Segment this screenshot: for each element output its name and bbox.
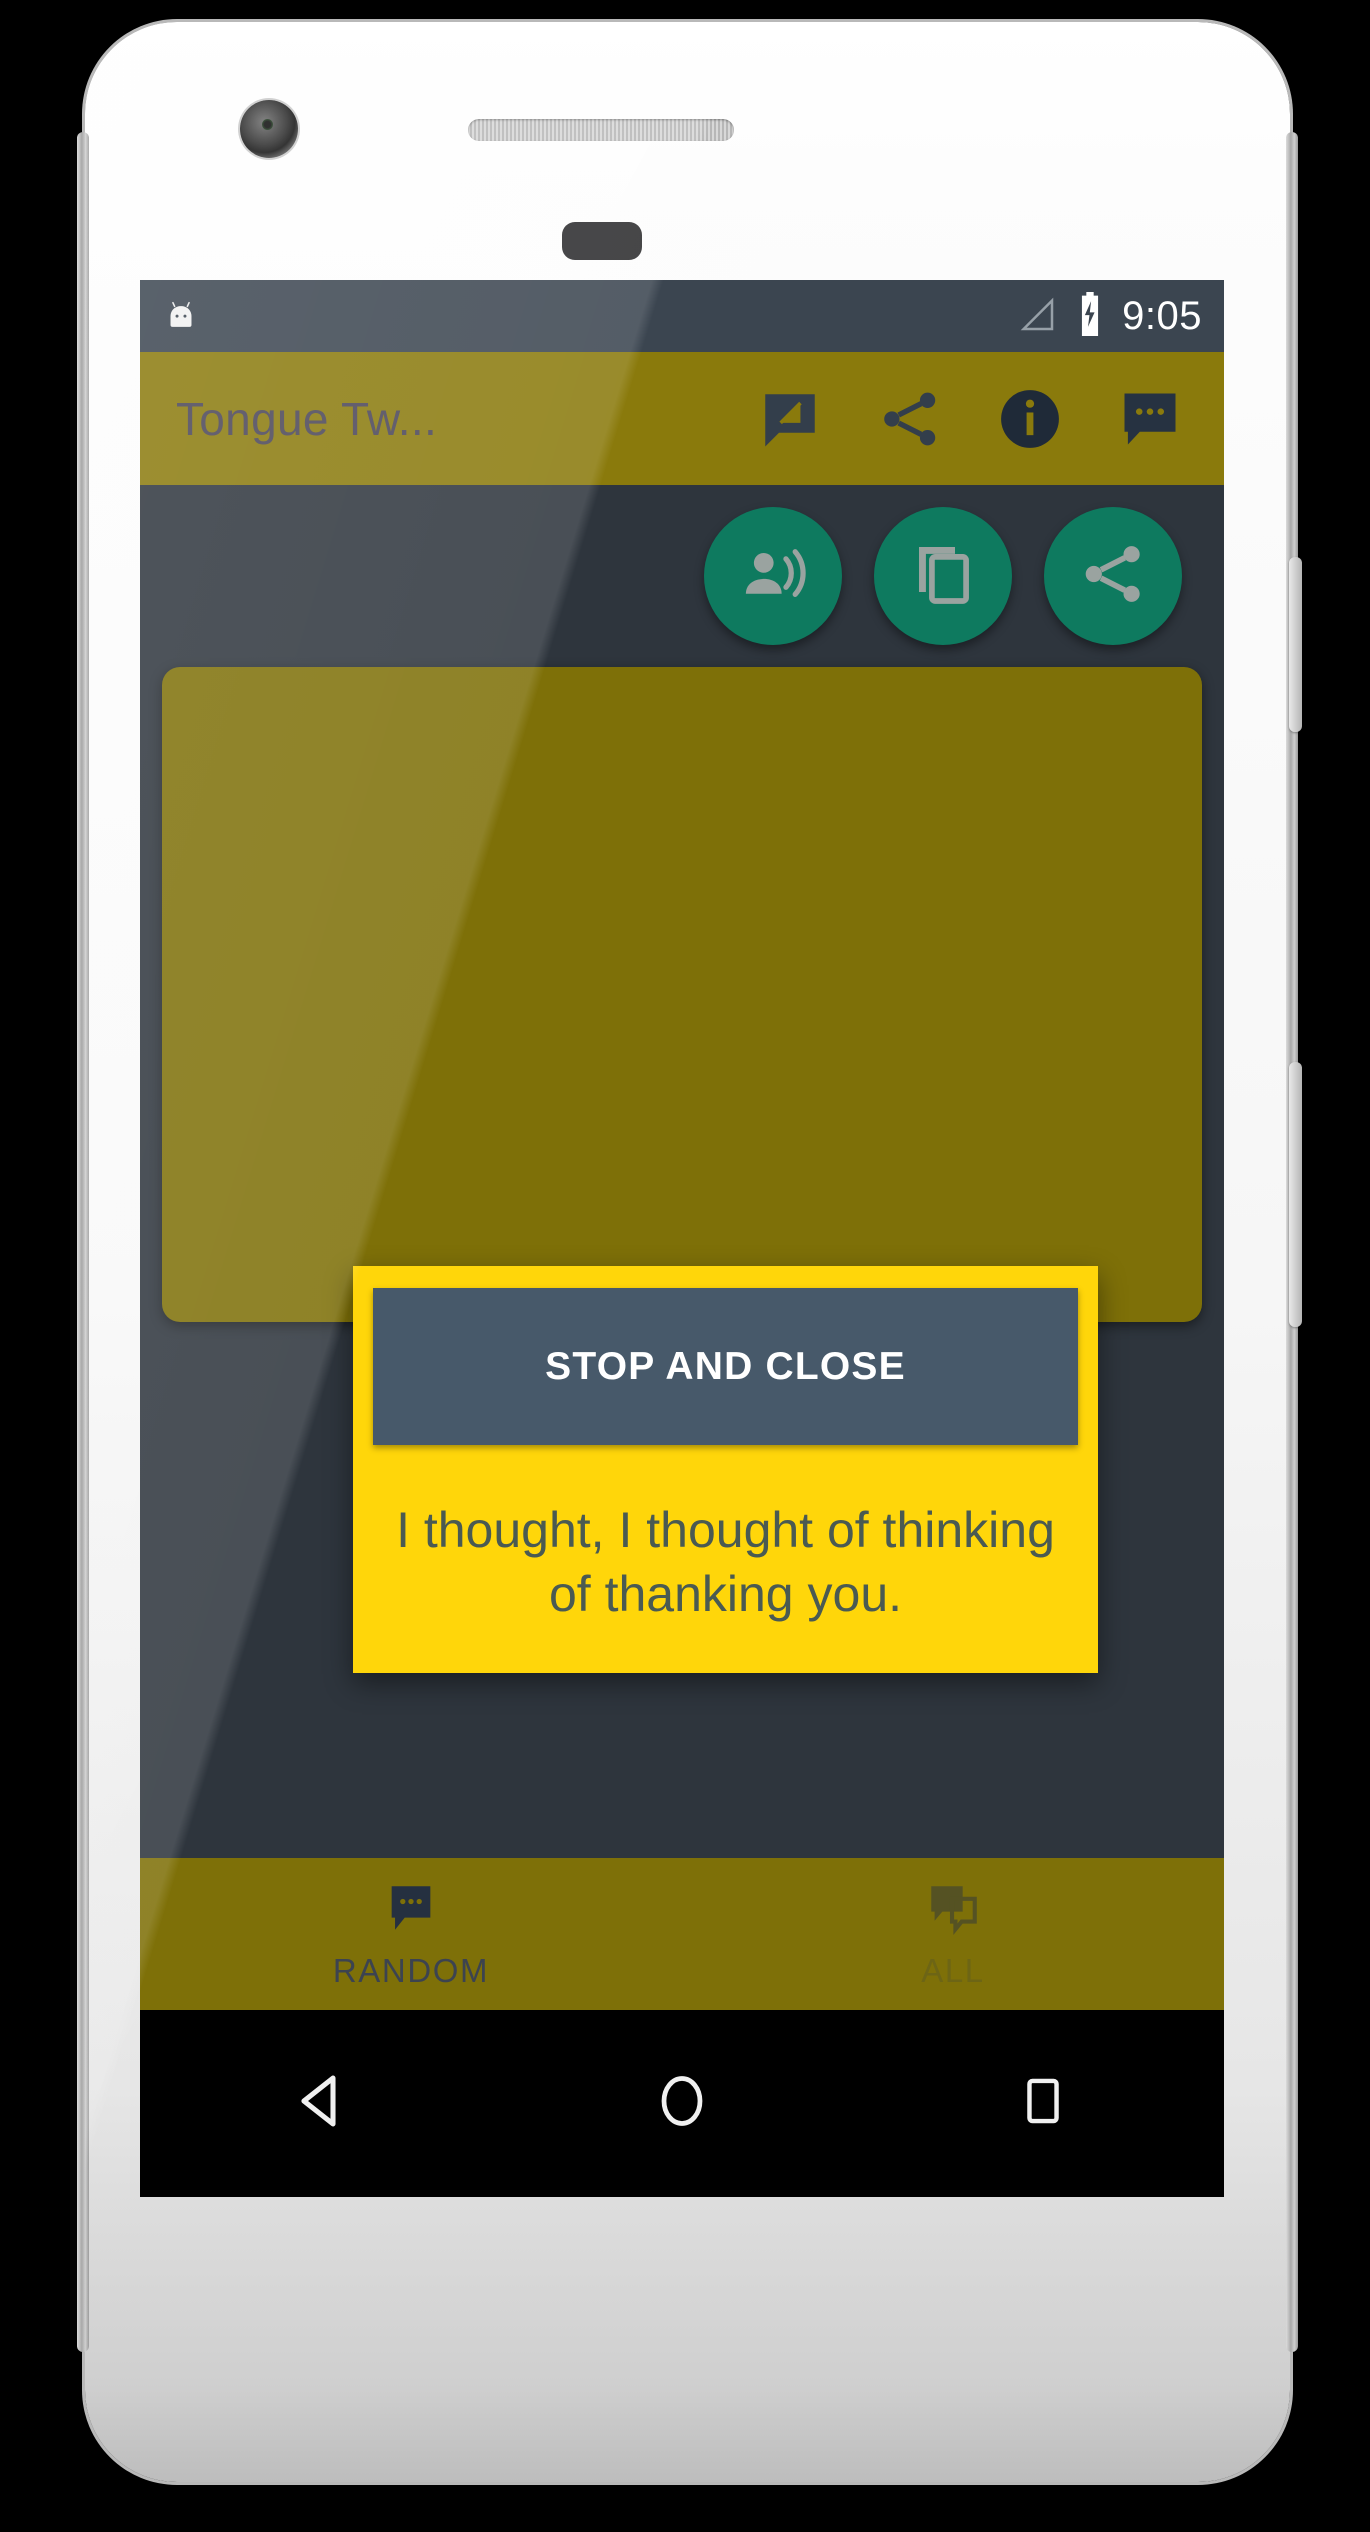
back-triangle-icon [289, 2069, 353, 2138]
front-camera [240, 100, 298, 158]
stop-and-close-button[interactable]: STOP AND CLOSE [373, 1288, 1078, 1445]
share-icon[interactable] [874, 383, 946, 455]
proximity-sensor [562, 222, 642, 260]
copy-icon [907, 538, 979, 615]
comment-icon[interactable] [1114, 383, 1186, 455]
phone-device-frame: 9:05 Tongue Tw... STOP AND CLOSE I thoug… [77, 22, 1302, 2482]
copy-fab[interactable] [874, 507, 1012, 645]
phone-screen: 9:05 Tongue Tw... STOP AND CLOSE I thoug… [140, 280, 1224, 2197]
tongue-twister-text: I thought, I thought of thinking of than… [396, 1502, 1055, 1622]
power-button[interactable] [1289, 557, 1302, 732]
compose-icon[interactable] [754, 383, 826, 455]
home-circle-icon [652, 2071, 712, 2136]
status-bar-right-group: 9:05 [1016, 291, 1202, 341]
stop-dialog: STOP AND CLOSE I thought, I thought of t… [353, 1266, 1098, 1673]
status-bar-clock: 9:05 [1122, 294, 1202, 338]
nav-home-button[interactable] [622, 2044, 742, 2164]
android-nav-bar [140, 2010, 1224, 2197]
double-chat-bubble-icon [924, 1879, 982, 1942]
content-card[interactable] [162, 667, 1202, 1322]
volume-button[interactable] [1289, 1062, 1302, 1327]
recents-square-icon [1015, 2073, 1071, 2134]
bottom-tab-bar: RANDOM ALL [140, 1858, 1224, 2010]
left-rail [77, 132, 89, 2352]
earpiece-speaker [468, 119, 734, 141]
android-mascot-icon [164, 299, 198, 333]
app-bar-actions [754, 383, 1202, 455]
chat-bubble-dots-icon [382, 1879, 440, 1942]
battery-charging-icon [1074, 291, 1106, 341]
tab-random-label: RANDOM [332, 1951, 490, 1989]
tab-all[interactable]: ALL [682, 1858, 1224, 2010]
nav-recents-button[interactable] [983, 2044, 1103, 2164]
app-bar: Tongue Tw... [140, 352, 1224, 485]
page-title: Tongue Tw... [176, 392, 438, 445]
info-icon[interactable] [994, 383, 1066, 455]
tab-random[interactable]: RANDOM [140, 1858, 682, 2010]
signal-triangle-icon [1016, 294, 1058, 339]
status-bar: 9:05 [140, 280, 1224, 352]
tab-all-label: ALL [921, 1951, 985, 1989]
nav-back-button[interactable] [261, 2044, 381, 2164]
stop-and-close-label: STOP AND CLOSE [545, 1344, 906, 1388]
share-icon [1077, 538, 1149, 615]
speak-fab[interactable] [704, 507, 842, 645]
action-fab-row [140, 485, 1224, 667]
speak-icon [736, 537, 810, 616]
share-fab[interactable] [1044, 507, 1182, 645]
